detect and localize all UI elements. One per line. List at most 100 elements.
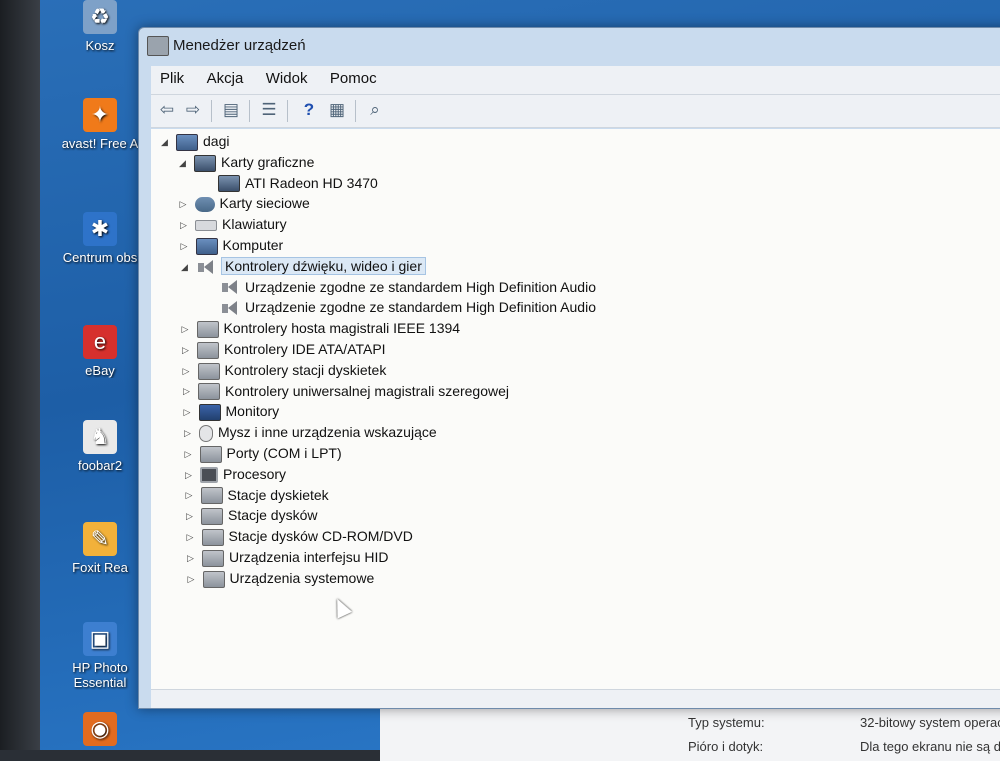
tree-device[interactable]: ATI Radeon HD 3470 (203, 175, 378, 195)
status-bar (151, 689, 1000, 708)
tree-item-label: Kontrolery IDE ATA/ATAPI (224, 341, 386, 357)
menu-bar: Plik Akcja Widok Pomoc (151, 66, 1000, 95)
view-icon[interactable]: ▦ (325, 99, 349, 121)
forward-arrow-icon[interactable]: ⇨ (181, 99, 205, 121)
expand-arrow-icon[interactable]: ▷ (182, 345, 194, 356)
tree-category[interactable]: ▷ Komputer (181, 237, 284, 257)
scan-hardware-icon[interactable]: ⌕ (363, 99, 387, 121)
toolbar-divider (211, 100, 212, 122)
menu-file[interactable]: Plik (151, 66, 193, 91)
tree-device[interactable]: Urządzenie zgodne ze standardem High Def… (205, 299, 596, 319)
back-arrow-icon[interactable]: ⇦ (155, 99, 179, 121)
tree-item-label: Kontrolery uniwersalnej magistrali szere… (225, 382, 510, 399)
desktop-icon[interactable]: ▣ HP Photo Essential (54, 622, 146, 690)
expand-arrow-icon[interactable]: ▷ (181, 241, 193, 252)
tree-item-label: dagi (203, 133, 230, 149)
expand-arrow-icon[interactable]: ▷ (180, 220, 192, 231)
tree-category[interactable]: ▷ Klawiatury (180, 216, 287, 236)
desktop-icon[interactable]: ♻ Kosz (54, 0, 146, 53)
tree-category[interactable]: ▷ Monitory (184, 403, 279, 423)
usb-icon (198, 383, 220, 401)
tree-category[interactable]: ▷ Kontrolery uniwersalnej magistrali szer… (183, 383, 509, 403)
expand-arrow-icon[interactable]: ▷ (187, 553, 199, 564)
tree-category[interactable]: ▷ Kontrolery IDE ATA/ATAPI (182, 341, 386, 361)
tree-category[interactable]: ◢ Kontrolery dźwięku, wideo i gier (181, 256, 426, 278)
tree-item-label: Mysz i inne urządzenia wskazujące (218, 424, 437, 441)
tree-category[interactable]: ▷ Mysz i inne urządzenia wskazujące (184, 424, 437, 444)
desktop-icon-label: foobar2 (77, 458, 123, 473)
cdrom-icon (201, 528, 224, 546)
tree-category[interactable]: ◢ Karty graficzne (179, 154, 314, 174)
desktop-icon[interactable]: ♞ foobar2 (54, 420, 146, 473)
title-bar[interactable]: Menedżer urządzeń (139, 28, 1000, 64)
tree-item-label: Procesory (223, 465, 287, 482)
help-icon[interactable]: ? (297, 99, 321, 121)
tree-item-label: Urządzenia systemowe (229, 569, 375, 586)
system-devices-icon (202, 570, 225, 588)
expand-arrow-icon[interactable]: ▷ (186, 490, 198, 501)
expand-arrow-icon[interactable]: ▷ (188, 574, 200, 585)
menu-view[interactable]: Widok (257, 66, 317, 91)
tree-category[interactable]: ▷ Urządzenia interfejsu HID (187, 549, 389, 569)
ieee1394-icon (196, 320, 219, 338)
monitor-bezel (0, 0, 40, 750)
display-adapter-icon (218, 175, 240, 193)
properties-icon[interactable]: ▤ (219, 99, 243, 121)
collapse-arrow-icon[interactable]: ◢ (181, 262, 193, 273)
processor-icon (200, 467, 218, 484)
collapse-arrow-icon[interactable]: ◢ (161, 137, 173, 148)
desktop-app-icon: ✎ (83, 522, 117, 556)
tree-category[interactable]: ▷ Stacje dyskietek (186, 487, 329, 507)
tree-category[interactable]: ▷ Kontrolery stacji dyskietek (183, 362, 386, 382)
expand-arrow-icon[interactable]: ▷ (182, 324, 194, 335)
tree-item-label: Komputer (222, 237, 284, 253)
expand-arrow-icon[interactable]: ▷ (183, 366, 195, 377)
desktop-icon[interactable]: ✱ Centrum obs (54, 212, 146, 265)
tree-root[interactable]: ◢ dagi (161, 133, 229, 153)
network-adapter-icon (194, 197, 215, 213)
tree-category[interactable]: ▷ Procesory (185, 466, 286, 486)
pen-touch-label: Pióro i dotyk: (688, 739, 764, 754)
monitor-icon (198, 404, 221, 422)
tree-category[interactable]: ▷ Stacje dysków CD-ROM/DVD (187, 528, 413, 548)
tree-category[interactable]: ▷ Urządzenia systemowe (188, 569, 375, 590)
expand-arrow-icon[interactable]: ▷ (180, 199, 192, 210)
expand-arrow-icon[interactable]: ▷ (184, 407, 196, 418)
desktop-icon-label: Essential (73, 675, 127, 690)
menu-action[interactable]: Akcja (198, 66, 253, 91)
tree-category[interactable]: ▷ Karty sieciowe (180, 195, 310, 215)
desktop-icon[interactable]: ◉ (54, 712, 146, 750)
desktop-app-icon: ♻ (83, 0, 117, 34)
floppy-controller-icon (197, 362, 220, 380)
expand-arrow-icon[interactable]: ▷ (187, 532, 199, 543)
expand-arrow-icon[interactable]: ▷ (184, 428, 196, 439)
tree-item-label: Stacje dyskietek (227, 486, 329, 503)
system-type-label: Typ systemu: (688, 715, 765, 730)
expand-arrow-icon[interactable]: ▷ (185, 470, 197, 481)
desktop-icon[interactable]: ✦ avast! Free A (54, 98, 146, 151)
expand-arrow-icon[interactable]: ▷ (185, 449, 197, 460)
tree-device[interactable]: Urządzenie zgodne ze standardem High Def… (205, 279, 596, 299)
tree-category[interactable]: ▷ Porty (COM i LPT) (185, 445, 342, 465)
tree-item-label: Stacje dysków CD-ROM/DVD (228, 528, 413, 545)
device-tree: ◢ dagi ◢ Karty graficzne ATI Radeon HD 3470 ▷… (151, 129, 1000, 690)
tree-category[interactable]: ▷ Kontrolery hosta magistrali IEEE 1394 (182, 320, 460, 340)
menu-help[interactable]: Pomoc (321, 66, 386, 91)
desktop-icon[interactable]: e eBay (54, 325, 146, 378)
desktop-app-icon: ♞ (83, 420, 117, 454)
computer-icon (176, 133, 198, 151)
keyboard-icon (195, 219, 217, 231)
collapse-arrow-icon[interactable]: ◢ (179, 158, 191, 169)
desktop-icon-label: Foxit Rea (72, 560, 128, 575)
tree-category[interactable]: ▷ Stacje dysków (186, 507, 317, 527)
floppy-drive-icon (200, 487, 223, 505)
list-icon[interactable]: ☰ (257, 99, 281, 121)
desktop-icon-label: eBay (85, 363, 115, 378)
mouse-icon (199, 424, 213, 442)
desktop-icon[interactable]: ✎ Foxit Rea (54, 522, 146, 575)
display-adapter-icon (194, 154, 216, 172)
expand-arrow-icon[interactable]: ▷ (186, 511, 198, 522)
tree-item-label: Klawiatury (222, 216, 287, 233)
tree-item-label: Stacje dysków (228, 507, 318, 524)
expand-arrow-icon[interactable]: ▷ (183, 386, 195, 397)
